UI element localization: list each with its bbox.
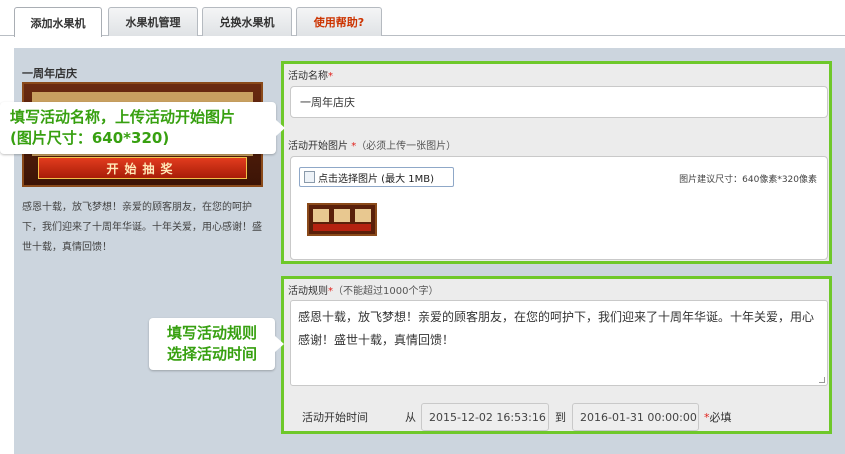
start-time-input[interactable]: 2015-12-02 16:53:16 — [421, 403, 549, 431]
activity-image-label: 活动开始图片 *（必须上传一张图片） — [288, 141, 457, 152]
tab-redeem-fruit-machine[interactable]: 兑换水果机 — [202, 7, 292, 36]
activity-name-callout: 填写活动名称，上传活动开始图片 (图片尺寸：640*320) — [0, 102, 285, 154]
required-mark: * — [328, 71, 333, 82]
thumbnail-button-bar — [313, 224, 371, 231]
preview-title: 一周年店庆 — [22, 67, 77, 80]
activity-name-input[interactable]: 一周年店庆 — [290, 86, 828, 118]
preview-rules-text: 感恩十载，放飞梦想！亲爱的顾客朋友，在您的呵护下，我们迎来了十周年华诞。十年关爱… — [22, 202, 262, 253]
uploaded-image-thumbnail[interactable] — [307, 203, 377, 236]
file-icon — [304, 171, 315, 183]
image-size-hint: 图片建议尺寸：640像素*320像素 — [679, 175, 817, 185]
activity-rules-callout: 填写活动规则 选择活动时间 — [149, 318, 284, 370]
tab-add-fruit-machine[interactable]: 添加水果机 — [14, 7, 102, 37]
resize-grip-icon[interactable] — [819, 377, 825, 383]
tab-bar: 添加水果机 水果机管理 兑换水果机 使用帮助? — [0, 0, 845, 37]
tab-help[interactable]: 使用帮助? — [296, 7, 382, 36]
required-note: *必填 — [704, 411, 732, 424]
choose-image-button[interactable]: 点击选择图片 (最大 1MB) — [299, 167, 454, 187]
activity-rules-textarea[interactable]: 感恩十载，放飞梦想！亲爱的顾客朋友，在您的呵护下，我们迎来了十周年华诞。十年关爱… — [290, 300, 828, 386]
fruit-icon — [355, 209, 371, 222]
fruit-icon — [313, 209, 329, 222]
activity-rules-label: 活动规则*（不能超过1000个字） — [288, 286, 439, 297]
end-time-input[interactable]: 2016-01-31 00:00:00 — [572, 403, 699, 431]
start-draw-button: 开始抽奖 — [38, 157, 247, 179]
fruit-icon — [334, 209, 350, 222]
activity-rules-section: 活动规则*（不能超过1000个字） 感恩十载，放飞梦想！亲爱的顾客朋友，在您的呵… — [281, 276, 832, 434]
to-label: 到 — [555, 411, 566, 424]
tab-fruit-machine-management[interactable]: 水果机管理 — [108, 7, 198, 36]
from-label: 从 — [405, 411, 416, 424]
activity-time-label: 活动开始时间 — [302, 411, 368, 424]
activity-info-section: 活动名称* 一周年店庆 活动开始图片 *（必须上传一张图片） 点击选择图片 (最… — [281, 61, 832, 264]
image-upload-area: 点击选择图片 (最大 1MB) 图片建议尺寸：640像素*320像素 — [290, 156, 828, 260]
activity-name-label: 活动名称* — [288, 71, 333, 82]
